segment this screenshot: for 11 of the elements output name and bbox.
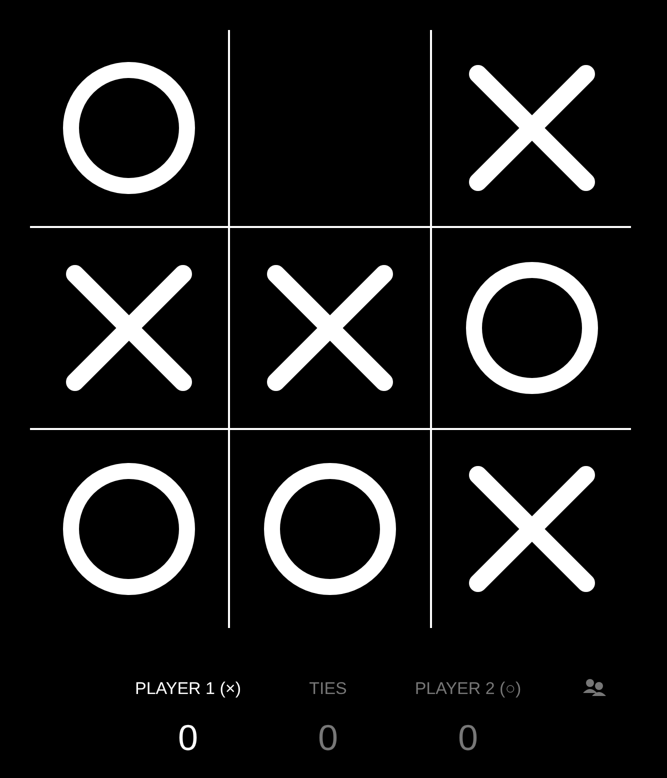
board-cell[interactable] (230, 30, 432, 228)
score-label: TIES (309, 678, 347, 700)
board-cell[interactable] (30, 228, 230, 430)
score-value: 0 (178, 720, 198, 756)
board-cell[interactable] (230, 228, 432, 430)
score-value: 0 (318, 720, 338, 756)
score-label: PLAYER 2 (○) (414, 678, 522, 700)
score-value: 0 (458, 720, 478, 756)
board-cell[interactable] (30, 30, 230, 228)
score-label: PLAYER 1 (×) (135, 678, 241, 700)
users-icon[interactable] (583, 678, 607, 696)
